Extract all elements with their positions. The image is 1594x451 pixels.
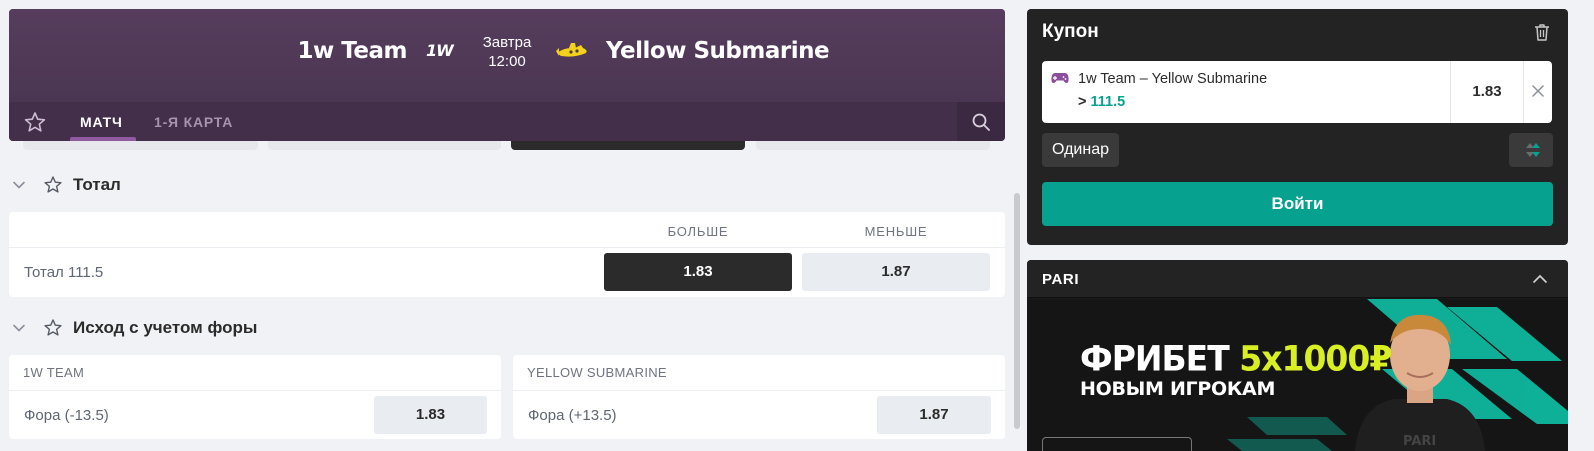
gamepad-icon [1051, 73, 1069, 83]
match-panel: 1w Team 1W Завтра 12:00 Yellow Submarine [0, 0, 1024, 451]
tab-match[interactable]: МАТЧ [80, 114, 123, 130]
promo-banner[interactable]: PARI ФРИБЕТ 5х1000₽ НОВЫМ ИГРОКАМ [1027, 299, 1568, 451]
match-tabs: МАТЧ 1-Я КАРТА [9, 102, 1005, 141]
bet-pick-prefix: > [1078, 94, 1087, 110]
tab-map-1[interactable]: 1-Я КАРТА [154, 114, 233, 130]
star-icon[interactable] [23, 111, 47, 133]
match-time: Завтра 12:00 [479, 33, 535, 71]
banner-headline: ФРИБЕТ 5х1000₽ [1080, 338, 1392, 379]
scrollbar-thumb[interactable] [1014, 193, 1020, 429]
sort-button[interactable] [1509, 133, 1553, 167]
banner-freebet: ФРИБЕТ [1080, 338, 1230, 379]
bet-pick-value: 111.5 [1090, 94, 1126, 110]
divider [9, 247, 1005, 248]
bet-slip-item: 1w Team – Yellow Submarine > 111.5 1.83 [1042, 61, 1552, 123]
divider [9, 390, 501, 391]
close-icon[interactable] [1530, 83, 1546, 99]
active-tab-indicator [70, 137, 136, 141]
login-button[interactable]: Войти [1042, 182, 1553, 226]
sort-icon [1526, 143, 1540, 157]
banner-amount: 5х1000₽ [1239, 338, 1392, 379]
divider [513, 390, 1005, 391]
team-label: 1W TEAM [23, 365, 85, 380]
promo-block: PARI PARI ФРИБЕТ 5х1000₽ НОВЫМ ИГРОКАМ [1027, 260, 1568, 451]
outcome-label: Фора (-13.5) [24, 407, 109, 424]
star-icon[interactable] [43, 175, 63, 195]
submarine-logo-icon [556, 43, 587, 57]
divider [1523, 61, 1524, 123]
team-home-name: 1w Team [297, 38, 408, 64]
star-icon[interactable] [43, 318, 63, 338]
bet-type-select[interactable]: Одинар [1042, 133, 1119, 167]
odds-button-over[interactable]: 1.83 [604, 253, 792, 291]
teams-row: 1w Team 1W Завтра 12:00 Yellow Submarine [9, 9, 1005, 102]
match-hour: 12:00 [488, 53, 526, 70]
column-header-over: БОЛЬШЕ [667, 224, 729, 239]
banner-button[interactable] [1042, 437, 1192, 451]
outcome-label: Фора (+13.5) [528, 407, 617, 424]
trash-icon[interactable] [1533, 22, 1551, 42]
banner-subline: НОВЫМ ИГРОКАМ [1080, 378, 1276, 400]
bet-event-name: 1w Team – Yellow Submarine [1078, 71, 1268, 87]
outcome-label: Тотал 111.5 [24, 264, 104, 281]
market-title: Тотал [73, 175, 121, 194]
odds-button-handicap-away[interactable]: 1.87 [877, 396, 991, 434]
promo-header[interactable]: PARI [1027, 260, 1568, 298]
bet-odds: 1.83 [1472, 83, 1502, 100]
odds-button-handicap-home[interactable]: 1.83 [374, 396, 487, 434]
odds-button-under[interactable]: 1.87 [802, 253, 990, 291]
team-home-logo: 1W [426, 41, 454, 60]
promo-title: PARI [1042, 271, 1080, 288]
market-title: Исход с учетом форы [73, 318, 258, 337]
market-header-total[interactable]: Тотал [9, 172, 999, 200]
chevron-down-icon[interactable] [12, 321, 26, 335]
market-header-handicap[interactable]: Исход с учетом форы [9, 315, 999, 343]
shirt-logo: PARI [1403, 434, 1436, 449]
chevron-down-icon[interactable] [12, 178, 26, 192]
team-label: YELLOW SUBMARINE [527, 365, 667, 380]
match-day: Завтра [482, 34, 532, 51]
bet-coupon: Купон 1w Team – Yellow Submarine > 111.5… [1027, 9, 1568, 245]
search-button[interactable] [957, 102, 1005, 141]
team-away-name: Yellow Submarine [606, 38, 830, 64]
bet-pick: > 111.5 [1078, 94, 1125, 110]
handicap-card-home: 1W TEAM Фора (-13.5) 1.83 [9, 355, 501, 439]
search-icon [972, 113, 990, 131]
column-header-under: МЕНЬШЕ [864, 224, 928, 239]
market-card-total: БОЛЬШЕ МЕНЬШЕ Тотал 111.5 1.83 1.87 [9, 212, 1005, 297]
handicap-card-away: YELLOW SUBMARINE Фора (+13.5) 1.87 [513, 355, 1005, 439]
match-header: 1w Team 1W Завтра 12:00 Yellow Submarine [9, 9, 1005, 141]
chevron-up-icon[interactable] [1532, 272, 1548, 286]
coupon-title: Купон [1042, 21, 1099, 42]
